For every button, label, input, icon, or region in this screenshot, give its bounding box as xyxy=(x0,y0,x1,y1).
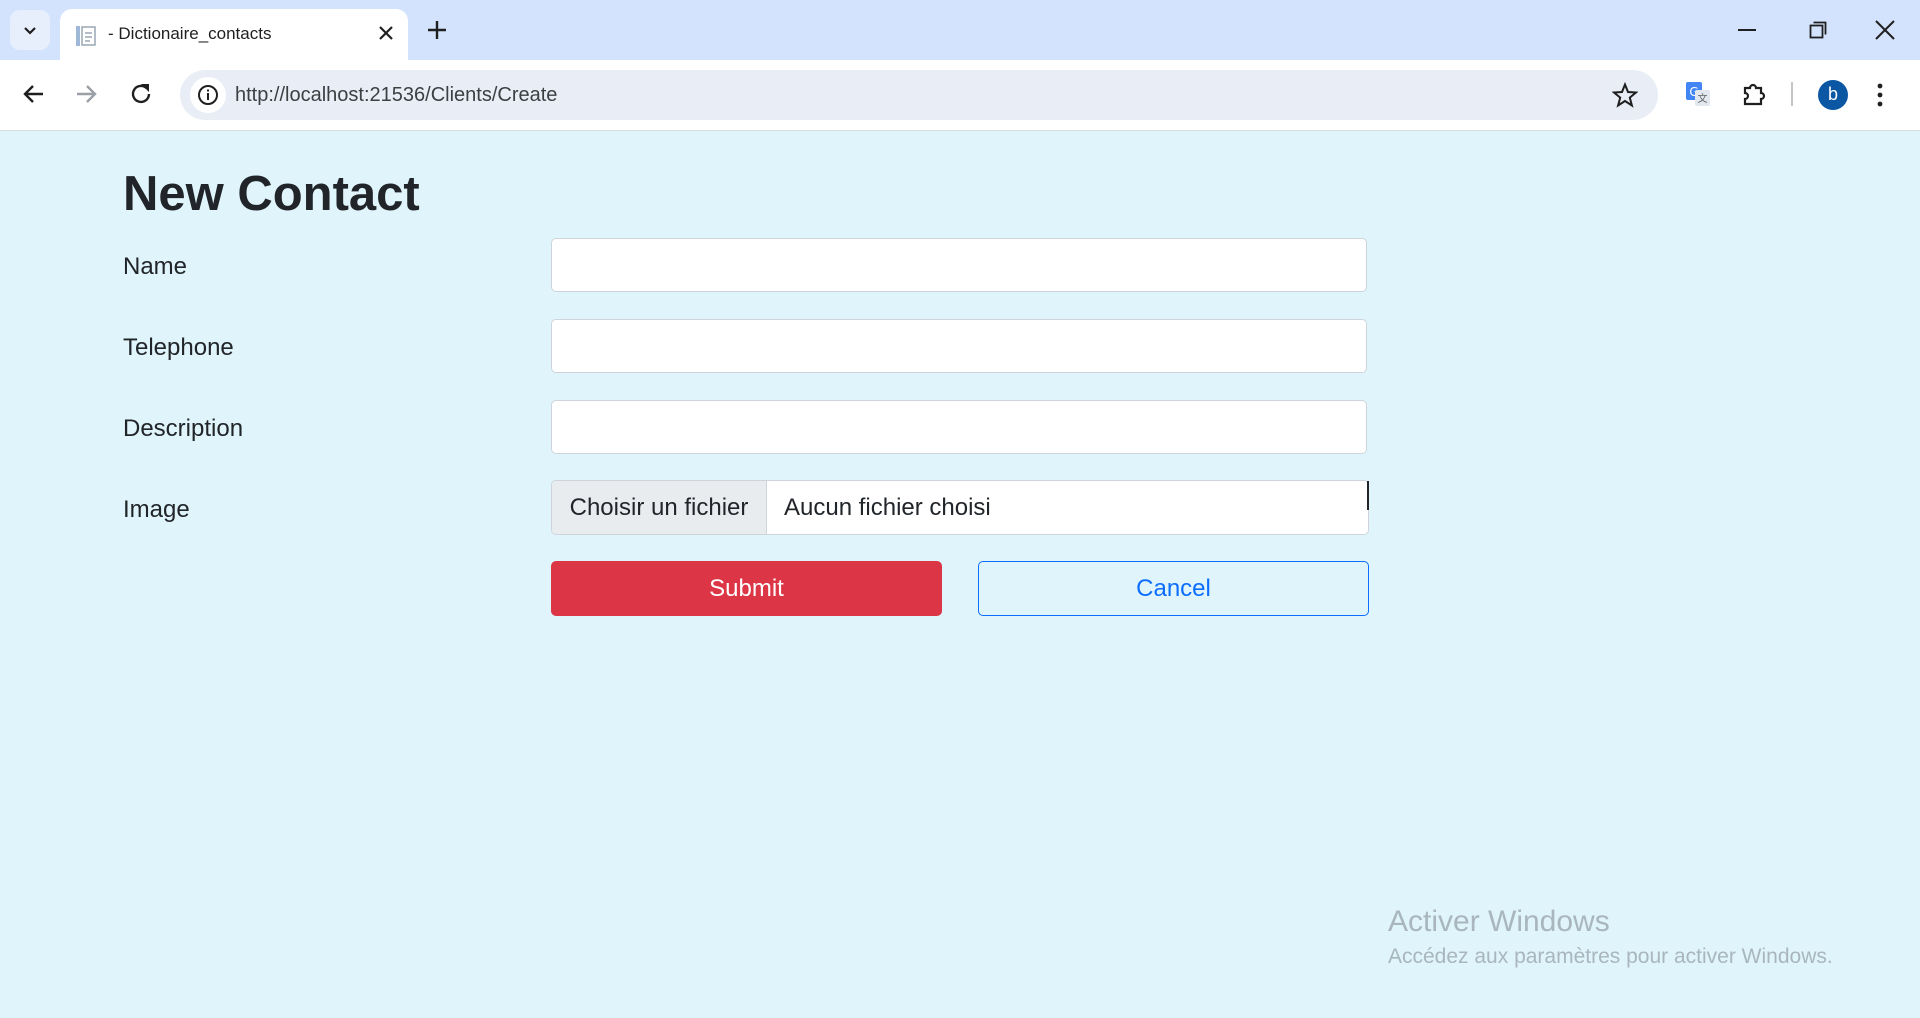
url-text: http://localhost:21536/Clients/Create xyxy=(235,84,558,106)
image-label: Image xyxy=(123,496,190,523)
file-status-text: Aucun fichier choisi xyxy=(784,494,991,521)
plus-icon[interactable] xyxy=(425,18,449,42)
svg-text:文: 文 xyxy=(1698,92,1708,105)
cancel-button[interactable]: Cancel xyxy=(978,561,1369,616)
tab-search-icon xyxy=(24,27,36,35)
activation-watermark-title: Activer Windows xyxy=(1388,905,1610,938)
star-icon[interactable] xyxy=(1612,82,1638,108)
translate-icon[interactable]: G 文 xyxy=(1684,80,1712,108)
telephone-label: Telephone xyxy=(123,334,234,361)
kebab-menu-icon[interactable] xyxy=(1876,83,1884,107)
telephone-field[interactable] xyxy=(551,319,1367,373)
window-close-icon[interactable] xyxy=(1874,19,1896,41)
tab-strip: - Dictionaire_contacts xyxy=(0,0,1920,60)
tab-search-button[interactable] xyxy=(10,10,50,50)
description-label: Description xyxy=(123,415,244,442)
puzzle-icon[interactable] xyxy=(1740,80,1768,108)
back-arrow-icon[interactable] xyxy=(21,81,47,107)
avatar[interactable]: b xyxy=(1818,80,1848,110)
tab-title: - Dictionaire_contacts xyxy=(108,24,272,43)
description-field[interactable] xyxy=(551,400,1367,454)
toolbar-separator xyxy=(1791,82,1793,106)
restore-icon[interactable] xyxy=(1809,21,1827,39)
site-info-icon xyxy=(198,85,218,105)
address-bar[interactable]: http://localhost:21536/Clients/Create xyxy=(180,70,1658,120)
image-file-input[interactable]: Choisir un fichier Aucun fichier choisi xyxy=(551,480,1369,535)
page-title: New Contact xyxy=(123,167,420,221)
page-favicon-icon xyxy=(76,26,96,46)
minimize-icon[interactable] xyxy=(1738,29,1756,31)
name-label: Name xyxy=(123,253,188,280)
close-icon[interactable] xyxy=(376,23,396,43)
choose-file-button[interactable]: Choisir un fichier xyxy=(552,481,767,534)
name-field[interactable] xyxy=(551,238,1367,292)
site-info-button[interactable] xyxy=(190,77,226,113)
reload-icon[interactable] xyxy=(128,81,154,107)
text-caret xyxy=(1367,481,1369,510)
browser-toolbar: http://localhost:21536/Clients/Create G … xyxy=(0,60,1920,131)
active-tab[interactable]: - Dictionaire_contacts xyxy=(60,9,408,60)
submit-button[interactable]: Submit xyxy=(551,561,942,616)
activation-watermark-subtitle: Accédez aux paramètres pour activer Wind… xyxy=(1388,945,1833,968)
forward-arrow-icon[interactable] xyxy=(73,81,99,107)
